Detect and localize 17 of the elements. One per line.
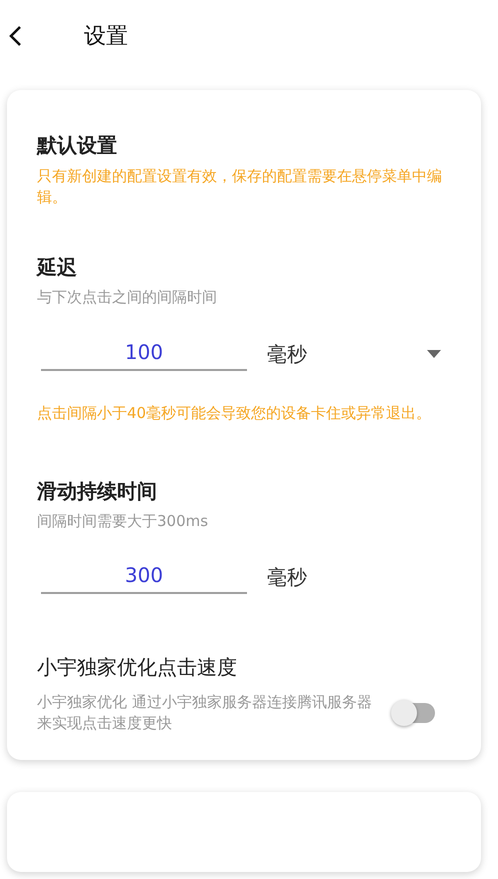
toggle-switch[interactable] xyxy=(391,700,437,726)
warning-note: 点击间隔小于40毫秒可能会导致您的设备卡住或异常退出。 xyxy=(37,402,432,424)
dropdown-icon[interactable] xyxy=(427,350,441,358)
page-title: 设置 xyxy=(84,22,128,50)
setting-title: 小宇独家优化点击速度 xyxy=(37,654,238,681)
setting-subtitle: 与下次点击之间的间隔时间 xyxy=(37,287,218,308)
setting-title: 滑动持续时间 xyxy=(37,478,158,504)
input-field[interactable]: 300 xyxy=(41,560,247,594)
info-note: 只有新创建的配置设置有效，保存的配置需要在悬停菜单中编辑。 xyxy=(37,166,443,208)
section-title: 默认设置 xyxy=(37,132,118,159)
setting-description: 小宇独家优化 通过小宇独家服务器连接腾讯服务器来实现点击速度更快 xyxy=(37,692,373,734)
back-icon[interactable] xyxy=(8,25,22,47)
input-field[interactable]: 100 xyxy=(41,336,247,370)
setting-title: 延迟 xyxy=(37,254,78,281)
unit-label: 毫秒 xyxy=(267,340,307,368)
unit-label: 毫秒 xyxy=(267,564,307,591)
setting-subtitle: 间隔时间需要大于300ms xyxy=(37,510,210,532)
